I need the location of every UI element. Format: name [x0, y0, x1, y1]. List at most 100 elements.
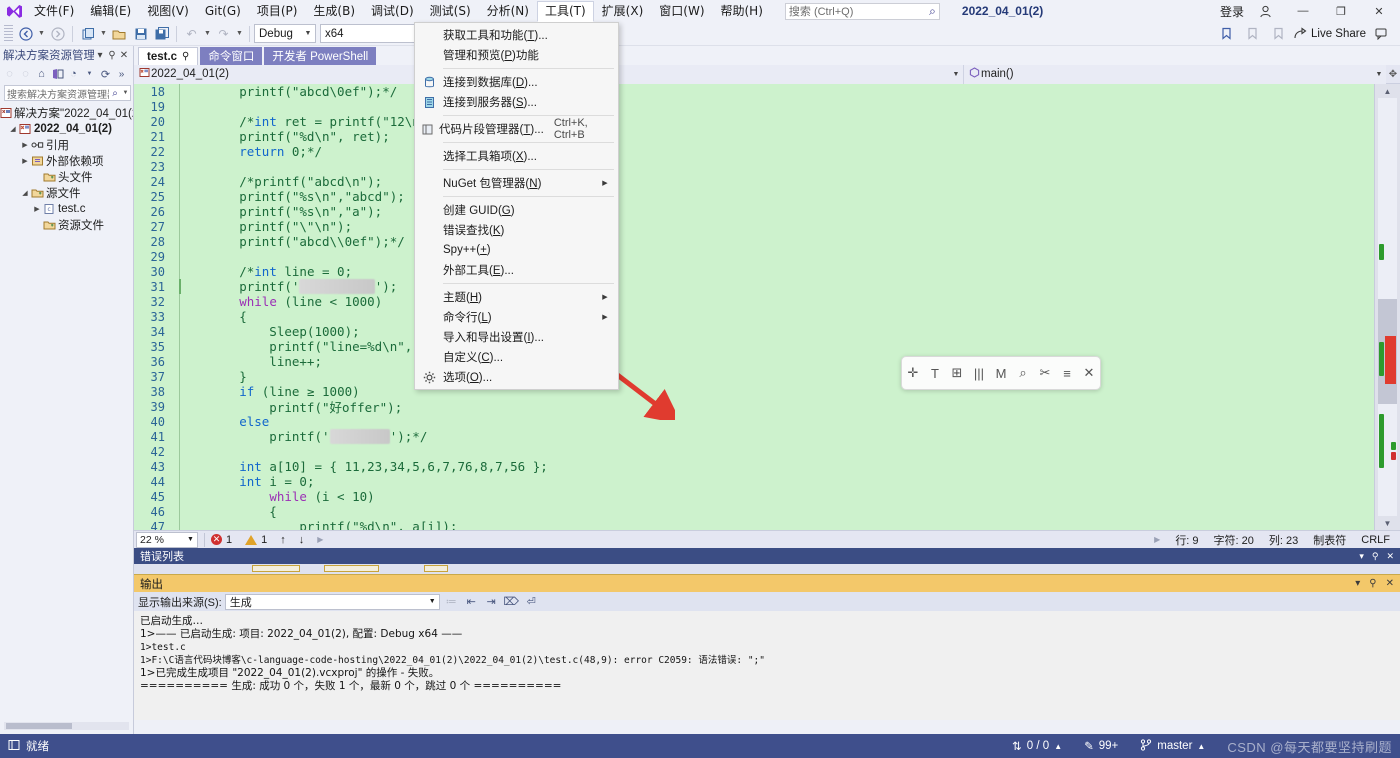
- undo-dropdown-icon[interactable]: ▼: [202, 24, 213, 44]
- table-icon[interactable]: ⊞: [947, 363, 967, 383]
- menu-tools[interactable]: 工具(T): [536, 0, 594, 22]
- clear-all-icon[interactable]: ⌦: [503, 593, 520, 610]
- tree-item-resource-files[interactable]: 资源文件: [0, 217, 133, 233]
- tools-menu-item[interactable]: NuGet 包管理器(N) ▶: [415, 173, 618, 193]
- notifications-indicator[interactable]: ✎ 99+: [1084, 739, 1118, 753]
- chevron-down-icon[interactable]: ▾: [1355, 578, 1360, 589]
- menu-build[interactable]: 生成(B): [305, 1, 363, 22]
- code-line[interactable]: 40 else: [134, 414, 1374, 429]
- solution-explorer-hscroll[interactable]: [0, 718, 133, 734]
- sign-in-label[interactable]: 登录: [1220, 3, 1244, 20]
- menu-analyze[interactable]: 分析(N): [479, 1, 537, 22]
- code-line[interactable]: 28 printf("abcd\\0ef");*/: [134, 234, 1374, 249]
- code-line[interactable]: 19: [134, 99, 1374, 114]
- feedback-icon[interactable]: [1371, 24, 1392, 44]
- code-line[interactable]: 45 while (i < 10): [134, 489, 1374, 504]
- menu-file[interactable]: 文件(F): [26, 1, 82, 22]
- code-line[interactable]: 37 }: [134, 369, 1374, 384]
- split-view-icon[interactable]: ✥: [1386, 69, 1400, 80]
- mosaic-icon[interactable]: M: [991, 363, 1011, 383]
- tab-test-c[interactable]: test.c ⚲: [138, 47, 199, 65]
- magnifier-icon[interactable]: ⌕: [1013, 363, 1033, 383]
- tree-item-source-files[interactable]: ◢ 源文件: [0, 185, 133, 201]
- pin-icon[interactable]: ⚲: [182, 51, 189, 62]
- code-line[interactable]: 42: [134, 444, 1374, 459]
- pending-changes-dropdown-icon[interactable]: ▼: [82, 66, 97, 82]
- tools-menu-item[interactable]: 错误查找(K): [415, 220, 618, 240]
- menu-edit[interactable]: 编辑(E): [82, 1, 139, 22]
- live-share-button[interactable]: Live Share: [1294, 27, 1366, 40]
- minimize-button[interactable]: —: [1286, 0, 1320, 22]
- code-line[interactable]: 34 Sleep(1000);: [134, 324, 1374, 339]
- output-header[interactable]: 输出 ▾ ⚲ ✕: [134, 575, 1400, 592]
- columns-icon[interactable]: |||: [969, 363, 989, 383]
- scroll-down-icon[interactable]: ▼: [1375, 516, 1400, 530]
- code-line[interactable]: 39 printf("好offer");: [134, 399, 1374, 416]
- member-combo[interactable]: main() ▼: [964, 64, 1386, 84]
- tools-menu-item[interactable]: 外部工具(E)...: [415, 260, 618, 280]
- code-line[interactable]: 23: [134, 159, 1374, 174]
- code-line[interactable]: 25 printf("%s\n","abcd");: [134, 189, 1374, 204]
- prev-issue-button[interactable]: ↑: [280, 534, 286, 546]
- toolbar-grip[interactable]: [4, 24, 13, 43]
- code-line[interactable]: 20 /*int ret = printf("12\n");: [134, 114, 1374, 129]
- close-icon[interactable]: ✕: [1079, 363, 1099, 383]
- scissors-icon[interactable]: ✂: [1035, 363, 1055, 383]
- navigate-backward-dropdown-icon[interactable]: ▼: [36, 24, 47, 44]
- output-source-combo[interactable]: 生成 ▼: [224, 593, 440, 610]
- code-line[interactable]: 35 printf("line=%d\n", line);: [134, 339, 1374, 354]
- warning-count[interactable]: 1: [245, 534, 267, 546]
- twisty-collapsed[interactable]: ▶: [32, 205, 42, 213]
- maximize-button[interactable]: ❐: [1324, 0, 1358, 22]
- output-scroll-area[interactable]: [134, 720, 1400, 734]
- code-line[interactable]: 31 printf(' ');: [134, 279, 1374, 294]
- pin-icon[interactable]: ⚲: [1372, 551, 1379, 562]
- menu-debug[interactable]: 调试(D): [363, 1, 422, 22]
- tools-menu-item[interactable]: 代码片段管理器(T)... Ctrl+K, Ctrl+B: [415, 117, 618, 141]
- tools-menu-item[interactable]: 自定义(C)...: [415, 347, 618, 367]
- tab-developer-powershell[interactable]: 开发者 PowerShell: [264, 47, 377, 65]
- code-line[interactable]: 18 printf("abcd\0ef");*/: [134, 84, 1374, 99]
- refresh-icon[interactable]: ⟳: [98, 66, 113, 82]
- tree-item-test-c[interactable]: ▶ c test.c: [0, 201, 133, 217]
- chevron-right-icon[interactable]: ▶: [1154, 535, 1160, 544]
- error-list-header[interactable]: 错误列表 ▾ ⚲ ✕: [134, 548, 1400, 564]
- tree-item-header-files[interactable]: 头文件: [0, 169, 133, 185]
- tools-menu-item[interactable]: 主题(H) ▶: [415, 287, 618, 307]
- close-icon[interactable]: ✕: [118, 50, 130, 61]
- tree-item-external-deps[interactable]: ▶ 外部依赖项: [0, 153, 133, 169]
- code-line[interactable]: 41 printf(' ');*/: [134, 429, 1374, 444]
- solution-view-icon[interactable]: [50, 66, 65, 82]
- scroll-up-icon[interactable]: ▲: [1375, 84, 1400, 98]
- close-button[interactable]: ✕: [1362, 0, 1396, 22]
- tab-command-window[interactable]: 命令窗口: [200, 47, 263, 65]
- go-to-next-icon[interactable]: ⇥: [483, 593, 500, 610]
- close-icon[interactable]: ✕: [1386, 578, 1394, 589]
- code-line[interactable]: 47 printf("%d\n", a[i]);: [134, 519, 1374, 530]
- branch-indicator[interactable]: master ▲: [1140, 738, 1205, 754]
- issue-overflow[interactable]: ▶: [317, 535, 323, 544]
- chevron-down-icon[interactable]: ▼: [121, 90, 130, 96]
- menu-help[interactable]: 帮助(H): [713, 1, 771, 22]
- redo-dropdown-icon[interactable]: ▼: [234, 24, 245, 44]
- code-line[interactable]: 26 printf("%s\n","a");: [134, 204, 1374, 219]
- twisty-collapsed[interactable]: ▶: [20, 141, 30, 149]
- code-line[interactable]: 32 while (line < 1000): [134, 294, 1374, 309]
- menu-test[interactable]: 测试(S): [422, 1, 479, 22]
- error-count[interactable]: ✕ 1: [211, 534, 232, 546]
- tools-menu-item[interactable]: 命令行(L) ▶: [415, 307, 618, 327]
- navigate-backward-icon[interactable]: [15, 24, 36, 44]
- tree-item-solution[interactable]: 解决方案"2022_04_01(2)': [0, 105, 133, 121]
- pending-changes-indicator[interactable]: ⇅ 0 / 0 ▲: [1012, 739, 1062, 753]
- chevron-down-icon[interactable]: ▾: [94, 50, 106, 61]
- tools-menu-item[interactable]: Spy++(+): [415, 240, 618, 260]
- code-line[interactable]: 22 return 0;*/: [134, 144, 1374, 159]
- menu-project[interactable]: 项目(P): [249, 1, 306, 22]
- new-project-icon[interactable]: [77, 24, 98, 44]
- next-issue-button[interactable]: ↓: [299, 534, 305, 546]
- toggle-word-wrap-icon[interactable]: ⏎: [523, 593, 540, 610]
- code-line[interactable]: 33 {: [134, 309, 1374, 324]
- tools-menu-item[interactable]: 创建 GUID(G): [415, 200, 618, 220]
- tools-menu-item[interactable]: 连接到服务器(S)...: [415, 92, 618, 112]
- save-all-icon[interactable]: [151, 24, 172, 44]
